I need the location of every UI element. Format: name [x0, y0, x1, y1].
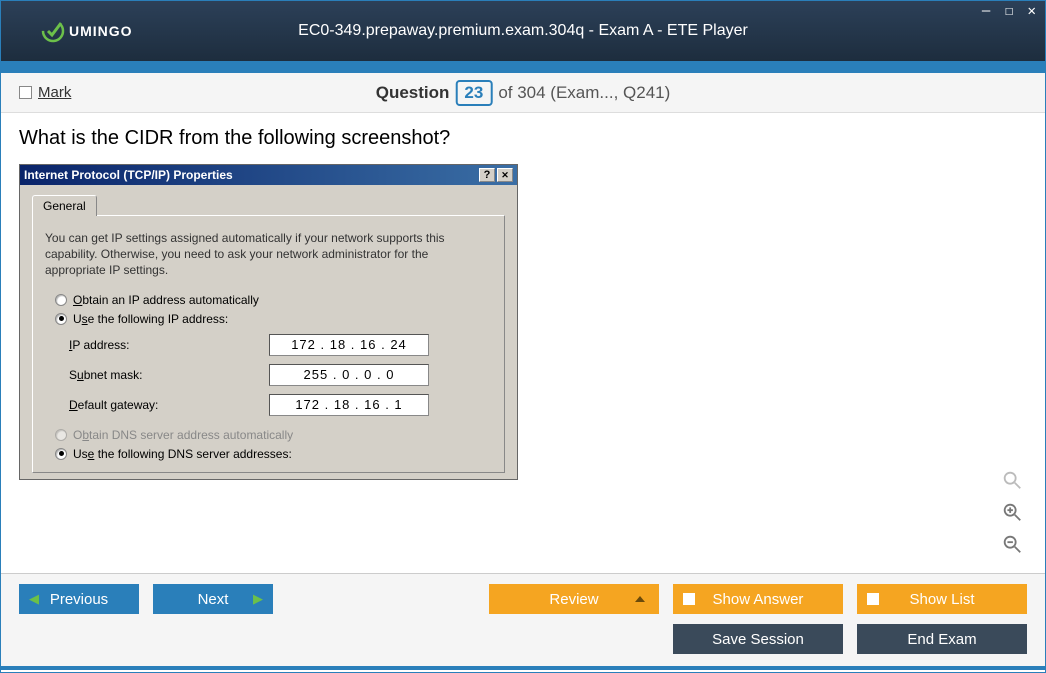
btn-label: Previous	[50, 591, 108, 608]
window-controls[interactable]: — ☐ ✕	[982, 3, 1039, 19]
chevron-left-icon: ◀	[29, 591, 39, 607]
footer-secondary: Save Session End Exam	[1, 624, 1045, 666]
tab-general[interactable]: General	[32, 195, 97, 216]
btn-label: End Exam	[907, 631, 976, 648]
triangle-up-icon	[635, 596, 645, 602]
radio-dns-auto: Obtain DNS server address automatically	[55, 428, 492, 442]
checkbox-icon	[867, 593, 879, 605]
radio-label: Obtain an IP address automatically	[73, 293, 259, 307]
chevron-right-icon: ▶	[253, 591, 263, 607]
btn-label: Next	[198, 591, 229, 608]
btn-label: Show Answer	[713, 591, 804, 608]
zoom-in-icon[interactable]	[1001, 501, 1023, 523]
footer-divider	[1, 666, 1045, 670]
radio-obtain-auto[interactable]: Obtain an IP address automatically	[55, 293, 492, 307]
tab-strip: General	[32, 195, 505, 216]
logo-checkmark-icon	[41, 19, 65, 43]
zoom-controls	[1001, 469, 1023, 555]
tcpip-properties-window: Internet Protocol (TCP/IP) Properties ? …	[19, 164, 518, 480]
review-button[interactable]: Review	[489, 584, 659, 614]
close-icon[interactable]: ✕	[497, 168, 513, 182]
btn-label: Show List	[909, 591, 974, 608]
question-number-input[interactable]: 23	[455, 80, 492, 106]
radio-icon	[55, 429, 67, 441]
radio-icon	[55, 313, 67, 325]
show-answer-button[interactable]: Show Answer	[673, 584, 843, 614]
title-bar: UMINGO EC0-349.prepaway.premium.exam.304…	[1, 1, 1045, 61]
content-area: What is the CIDR from the following scre…	[1, 113, 1045, 573]
btn-label: Save Session	[712, 631, 804, 648]
mark-toggle[interactable]: Mark	[19, 84, 71, 101]
previous-button[interactable]: ◀ Previous	[19, 584, 139, 614]
gateway-row: Default gateway: 172 . 18 . 16 . 1	[69, 394, 488, 416]
question-bar: Mark Question 23 of 304 (Exam..., Q241)	[1, 73, 1045, 113]
radio-icon	[55, 294, 67, 306]
btn-label: Review	[549, 591, 598, 608]
question-indicator: Question 23 of 304 (Exam..., Q241)	[376, 80, 671, 106]
logo-text: UMINGO	[69, 23, 133, 39]
ip-address-input[interactable]: 172 . 18 . 16 . 24	[269, 334, 429, 356]
radio-icon	[55, 448, 67, 460]
search-icon[interactable]	[1001, 469, 1023, 491]
show-list-button[interactable]: Show List	[857, 584, 1027, 614]
subnet-input[interactable]: 255 . 0 . 0 . 0	[269, 364, 429, 386]
help-icon[interactable]: ?	[479, 168, 495, 182]
radio-use-following[interactable]: Use the following IP address:	[55, 312, 492, 326]
radio-label: Use the following IP address:	[73, 312, 228, 326]
question-word: Question	[376, 83, 450, 103]
question-total: of 304 (Exam..., Q241)	[498, 83, 670, 103]
tcpip-titlebar: Internet Protocol (TCP/IP) Properties ? …	[20, 165, 517, 185]
gateway-input[interactable]: 172 . 18 . 16 . 1	[269, 394, 429, 416]
header-divider	[1, 61, 1045, 73]
checkbox-icon	[683, 593, 695, 605]
question-text: What is the CIDR from the following scre…	[19, 127, 1027, 150]
zoom-out-icon[interactable]	[1001, 533, 1023, 555]
radio-label: Use the following DNS server addresses:	[73, 447, 292, 461]
subnet-label: Subnet mask:	[69, 368, 269, 382]
next-button[interactable]: Next ▶	[153, 584, 273, 614]
gateway-label: Default gateway:	[69, 398, 269, 412]
tcpip-description: You can get IP settings assigned automat…	[45, 230, 492, 279]
mark-checkbox[interactable]	[19, 86, 32, 99]
mark-label: Mark	[38, 84, 71, 101]
subnet-row: Subnet mask: 255 . 0 . 0 . 0	[69, 364, 488, 386]
tab-panel: You can get IP settings assigned automat…	[32, 215, 505, 473]
ip-address-row: IP address: 172 . 18 . 16 . 24	[69, 334, 488, 356]
window-title: EC0-349.prepaway.premium.exam.304q - Exa…	[298, 22, 748, 40]
end-exam-button[interactable]: End Exam	[857, 624, 1027, 654]
tcpip-title-text: Internet Protocol (TCP/IP) Properties	[24, 168, 233, 182]
ip-address-label: IP address:	[69, 338, 269, 352]
app-logo: UMINGO	[41, 19, 133, 43]
radio-label: Obtain DNS server address automatically	[73, 428, 293, 442]
save-session-button[interactable]: Save Session	[673, 624, 843, 654]
footer-primary: ◀ Previous Next ▶ Review Show Answer Sho…	[1, 573, 1045, 624]
radio-dns-manual[interactable]: Use the following DNS server addresses:	[55, 447, 492, 461]
